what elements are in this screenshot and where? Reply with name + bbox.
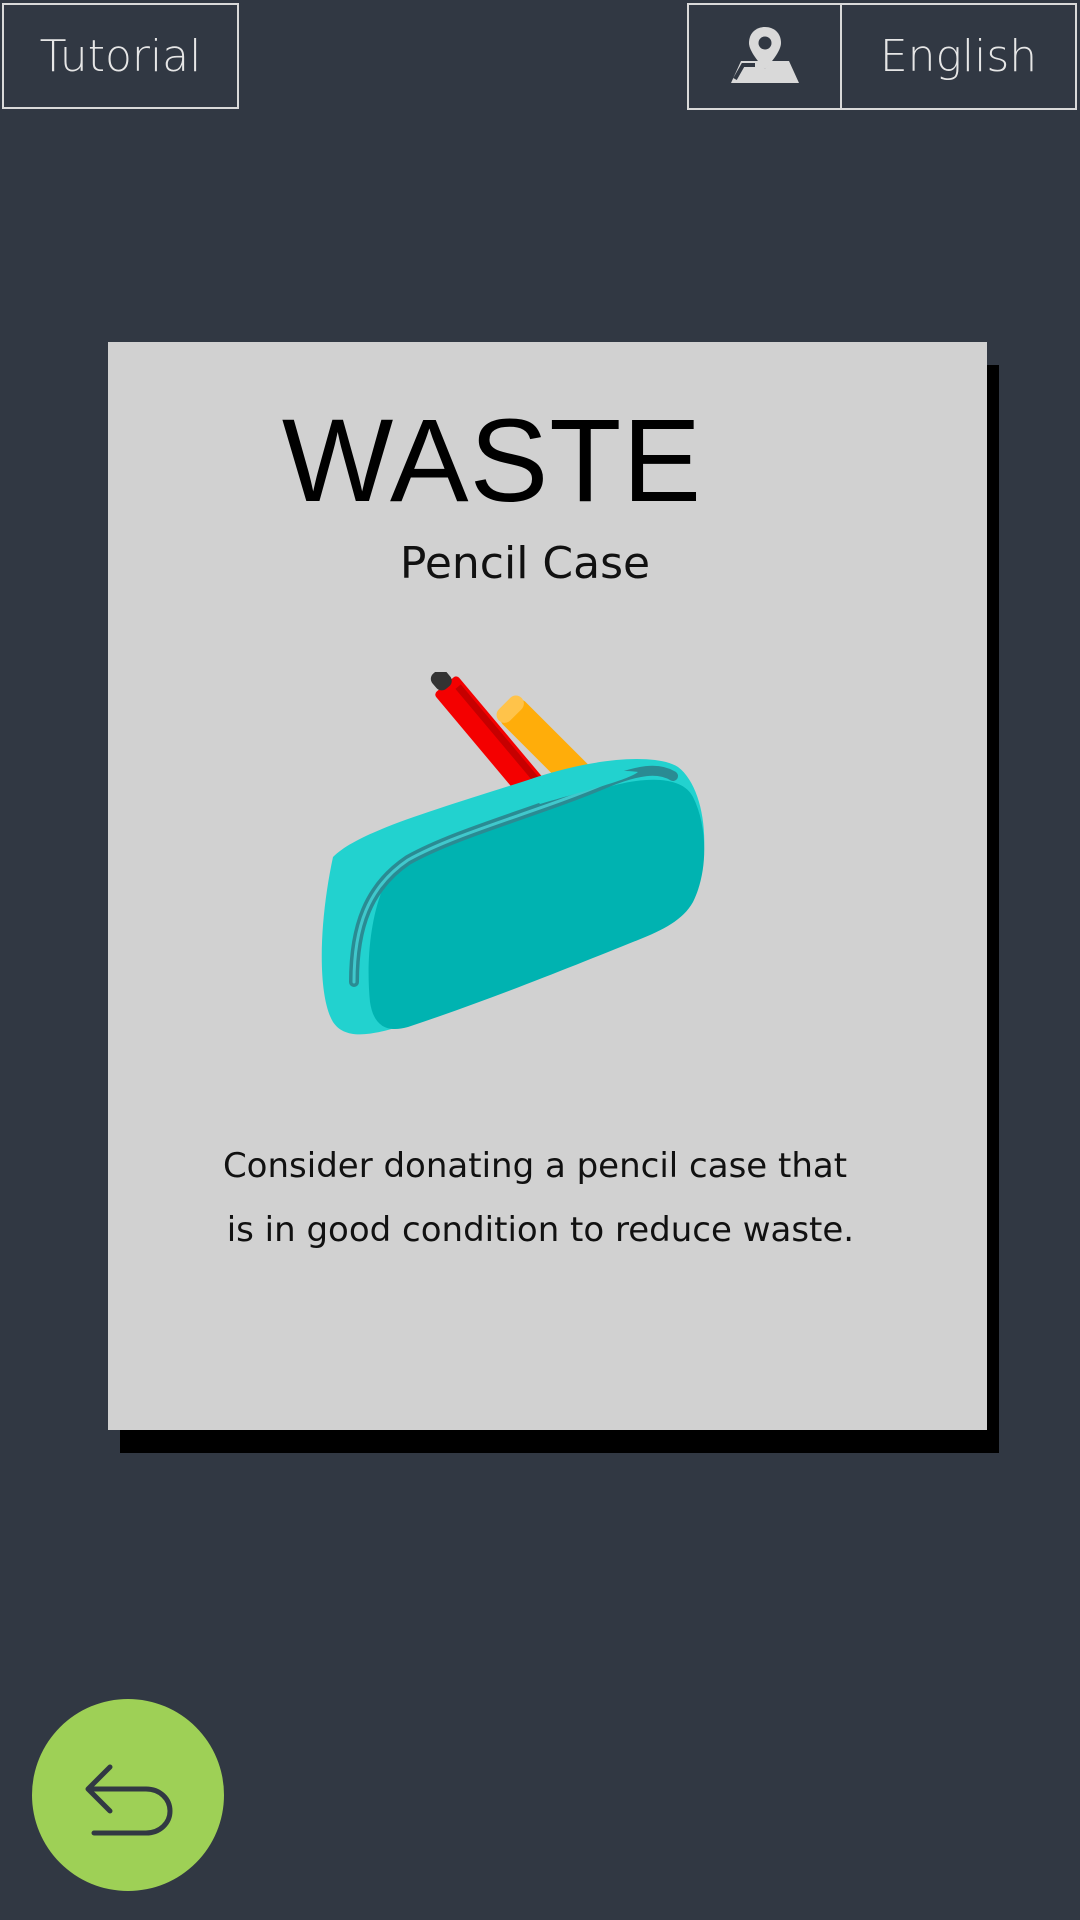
card-subtitle: Pencil Case <box>399 538 651 589</box>
tutorial-label: Tutorial <box>39 30 202 82</box>
description-line-1: Consider donating a pencil case that <box>222 1146 848 1186</box>
back-button[interactable] <box>32 1699 224 1891</box>
info-card: WASTE Pencil Case Consider donating a pe… <box>108 342 987 1430</box>
map-pin-icon <box>730 26 799 83</box>
tutorial-button[interactable]: Tutorial <box>2 3 239 109</box>
undo-arrow-icon <box>85 1764 173 1836</box>
language-button[interactable]: English <box>840 3 1077 110</box>
card-description: Consider donating a pencil case that is … <box>108 1134 962 1262</box>
location-button[interactable] <box>687 3 842 110</box>
pencil-case-illustration <box>321 672 705 1035</box>
language-label: English <box>879 31 1038 82</box>
card-title: WASTE <box>281 395 703 527</box>
description-line-2: is in good condition to reduce waste. <box>215 1210 855 1250</box>
